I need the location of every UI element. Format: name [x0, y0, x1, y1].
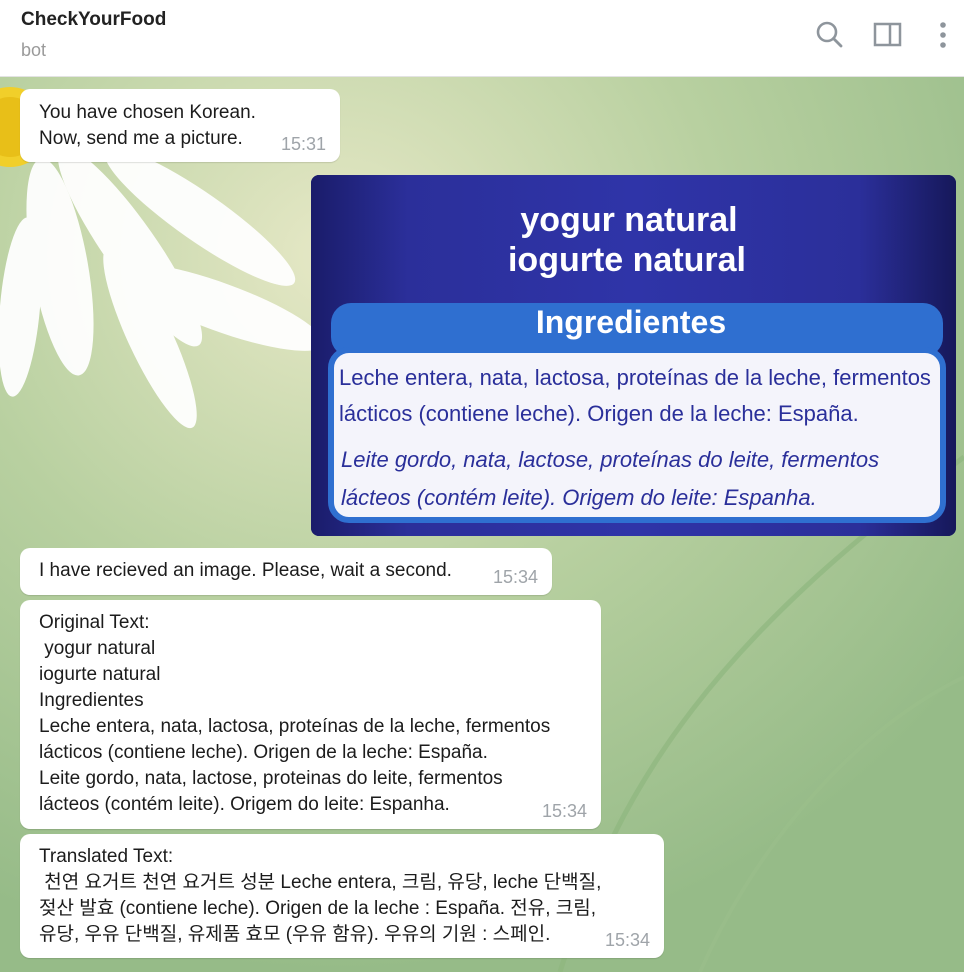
incoming-message[interactable]: Original Text: yogur natural iogurte nat…: [20, 600, 601, 829]
photo-text-line: lácteos (contém leite). Origem do leite:…: [341, 485, 817, 510]
message-text: I have recieved an image. Please, wait a…: [39, 560, 452, 581]
photo-text-line: iogurte natural: [508, 241, 746, 279]
photo-text-line: Leche entera, nata, lactosa, proteínas d…: [339, 365, 931, 390]
incoming-message[interactable]: You have chosen Korean. Now, send me a p…: [20, 89, 340, 162]
search-icon[interactable]: [814, 18, 846, 52]
message-timestamp: 15:31: [280, 134, 326, 154]
more-vertical-icon[interactable]: [927, 18, 959, 52]
message-text: Translated Text: 천연 요거트 천연 요거트 성분 Leche …: [39, 846, 602, 945]
sidebar-toggle-icon[interactable]: [871, 18, 903, 52]
incoming-message[interactable]: I have recieved an image. Please, wait a…: [20, 548, 552, 595]
photo-message[interactable]: yogur natural iogurte natural Ingredient…: [311, 175, 956, 536]
message-text: You have chosen Korean. Now, send me a p…: [39, 102, 256, 149]
incoming-message[interactable]: Translated Text: 천연 요거트 천연 요거트 성분 Leche …: [20, 834, 664, 958]
message-timestamp: 15:34: [492, 567, 538, 587]
message-text: Original Text: yogur natural iogurte nat…: [39, 612, 551, 815]
chat-header: CheckYourFood bot: [0, 0, 964, 77]
message-timestamp: 15:34: [604, 930, 650, 950]
photo-text-line: Leite gordo, nata, lactose, proteínas do…: [341, 447, 879, 472]
photo-text-line: yogur natural: [520, 201, 737, 239]
photo-text-heading: Ingredientes: [536, 304, 726, 340]
chat-subtitle: bot: [21, 40, 47, 60]
telegram-chat-window: CheckYourFood bot You have chosen Korean…: [0, 0, 964, 972]
photo-text-line: lácticos (contiene leche). Origen de la …: [339, 401, 859, 426]
chat-title[interactable]: CheckYourFood: [21, 9, 166, 31]
yogurt-label-photo: yogur natural iogurte natural Ingredient…: [311, 175, 956, 536]
message-timestamp: 15:34: [541, 801, 587, 821]
